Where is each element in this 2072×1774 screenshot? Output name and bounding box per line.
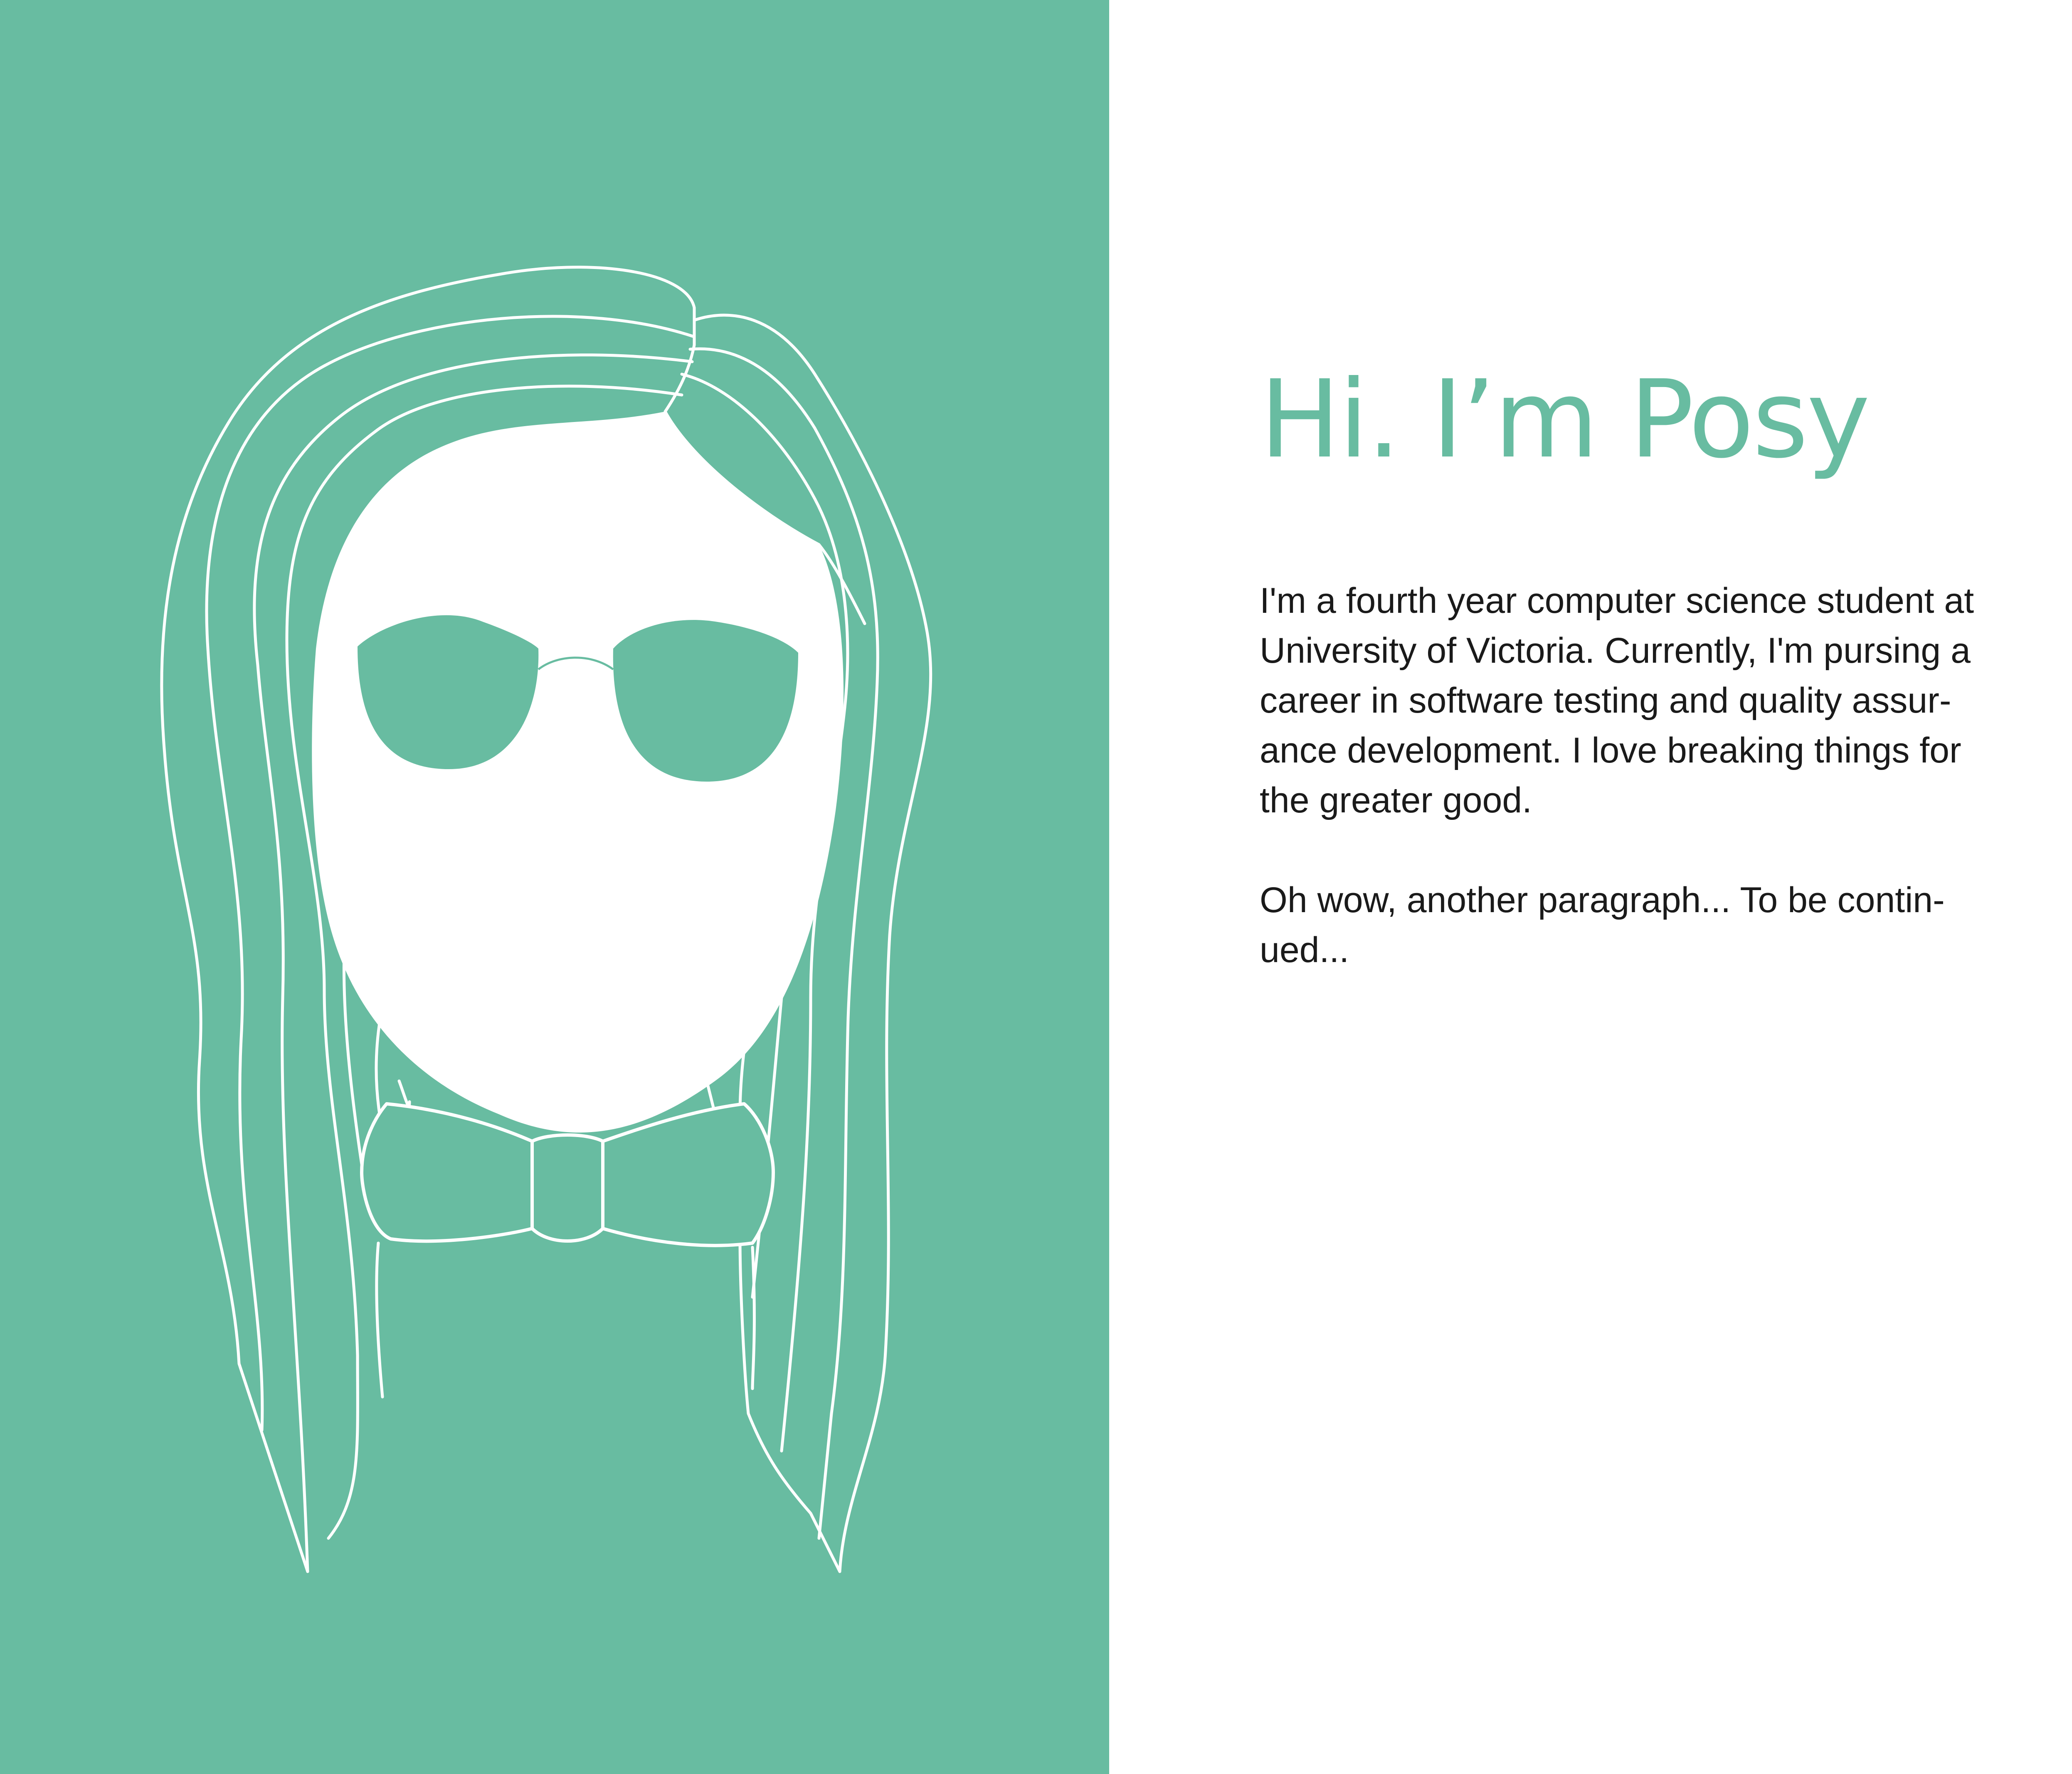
page-title: Hi. I’m Posy <box>1260 357 1870 482</box>
bio-paragraph-2: Oh wow, another paragraph... To be conti… <box>1260 880 1945 970</box>
avatar-illustration <box>160 266 932 1573</box>
avatar-panel <box>0 0 1109 1774</box>
bio-paragraph-1: I'm a fourth year computer science stude… <box>1260 581 1974 820</box>
about-page: Hi. I’m Posy I'm a fourth year computer … <box>0 0 2072 1774</box>
face-icon <box>312 412 844 1133</box>
bio-section: I'm a fourth year computer science stude… <box>1260 576 2058 975</box>
